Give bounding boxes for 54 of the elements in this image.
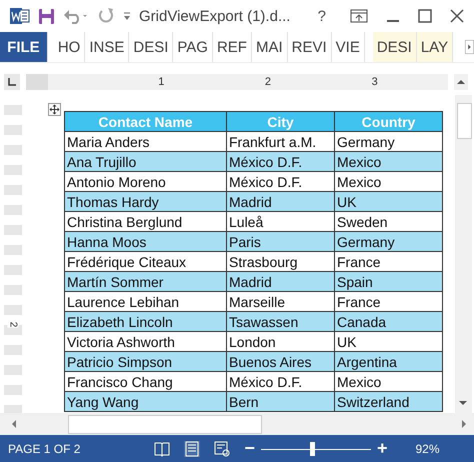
zoom-level[interactable]: 92% [416,442,440,456]
zoom-out-button[interactable]: − [244,438,255,459]
column-header: City [226,112,334,132]
table-cell: Madrid [226,192,334,212]
scroll-thumb[interactable] [68,415,262,434]
customize-icon[interactable] [123,11,131,21]
table-cell: Argentina [334,352,442,372]
table-cell: Switzerland [334,392,442,412]
table-cell: Paris [226,232,334,252]
ribbon-tab[interactable]: DESI [372,32,417,62]
ruler-number: 3 [372,76,378,88]
table-cell: Patricio Simpson [64,352,226,372]
table-cell: Mexico [334,152,442,172]
table-cell: Thomas Hardy [64,192,226,212]
close-icon[interactable] [450,9,464,23]
table-cell: UK [334,192,442,212]
column-header: Contact Name [64,112,226,132]
maximize-icon[interactable] [418,9,432,23]
scroll-up-icon[interactable] [454,74,468,90]
word-logo-icon [10,7,30,25]
column-header: Country [334,112,442,132]
table-cell: México D.F. [226,152,334,172]
ruler-number: 1 [158,76,164,88]
scroll-thumb[interactable] [457,103,472,139]
table-cell: Yang Wang [64,392,226,412]
read-mode-icon[interactable] [154,440,170,456]
table-cell: Madrid [226,272,334,292]
table-cell: Elizabeth Lincoln [64,312,226,332]
undo-icon[interactable] [63,8,89,24]
table-cell: Spain [334,272,442,292]
ruler-number: 2 [264,76,272,88]
table-cell: Ana Trujillo [64,152,226,172]
ribbon-display-icon[interactable] [350,9,368,23]
tab-stop-icon[interactable] [8,78,16,86]
zoom-in-button[interactable]: + [376,438,388,459]
table-cell: Tsawassen [226,312,334,332]
ruler-number: 2 [8,322,18,328]
page-count[interactable]: PAGE 1 OF 2 [8,442,80,456]
move-handle-icon[interactable] [48,103,61,116]
zoom-slider[interactable] [260,442,371,456]
table-cell: Buenos Aires [226,352,334,372]
ribbon-tab[interactable]: FILE [0,32,48,62]
table-cell: Canada [334,312,442,332]
help-button[interactable]: ? [312,8,332,24]
print-layout-icon[interactable] [184,440,200,456]
window-title: GridViewExport (1).d... [139,8,292,24]
zoom-thumb[interactable] [310,442,315,456]
web-layout-icon[interactable] [214,440,230,456]
ribbon-tab[interactable]: LAY [416,32,454,62]
table-cell: Martín Sommer [64,272,226,292]
table-cell: Bern [226,392,334,412]
table-cell: Hanna Moos [64,232,226,252]
vertical-scrollbar[interactable] [455,95,472,413]
table-cell: Germany [334,232,442,252]
